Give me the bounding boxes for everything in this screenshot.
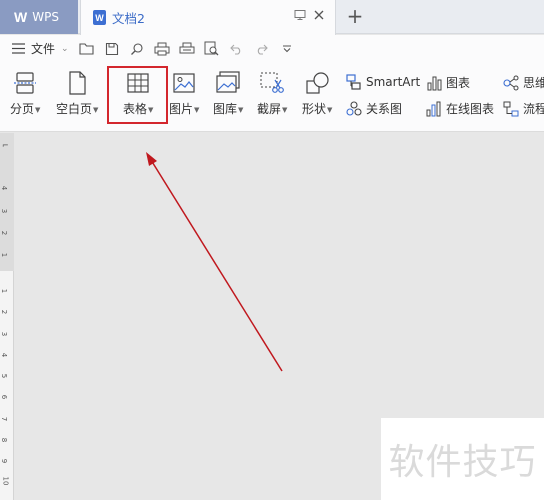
online-chart-label: 在线图表	[446, 102, 495, 116]
chart-label: 图表	[446, 76, 471, 90]
document-tab-label: 文档2	[112, 11, 145, 26]
picture-icon	[170, 70, 198, 96]
find-icon[interactable]	[129, 41, 145, 57]
quick-access-bar: 文件 ⌄	[0, 35, 544, 62]
open-folder-icon[interactable]	[79, 41, 95, 57]
file-menu-label: 文件	[31, 42, 56, 56]
ruler-margin-area	[0, 133, 14, 271]
watermark-text: 软件技巧	[381, 418, 544, 500]
caret-down-icon: ▼	[238, 105, 244, 114]
relation-label: 关系图	[366, 102, 403, 116]
ruler-corner-mark: ⌐	[2, 141, 9, 150]
document-tab[interactable]: W 文档2	[80, 0, 336, 35]
ruler-number: 8	[0, 437, 9, 443]
caret-down-icon: ▼	[282, 105, 288, 114]
blank-page-icon	[63, 70, 91, 96]
gallery-label: 图库	[213, 102, 238, 116]
vertical-ruler: ⌐ 4 3 2 1 1 2 3 4 5 6 7 8 9 10	[0, 133, 14, 500]
page-break-label: 分页	[10, 102, 35, 116]
chevron-down-icon: ⌄	[61, 43, 69, 54]
print-preview-icon[interactable]	[179, 41, 195, 57]
ruler-number: 2	[0, 309, 9, 315]
picture-label: 图片	[169, 102, 194, 116]
relation-chart-button[interactable]: 关系图	[346, 100, 402, 117]
ruler-number: 5	[0, 373, 9, 379]
mindmap-icon	[503, 75, 519, 91]
title-bar: W WPS W 文档2 +	[0, 0, 544, 35]
ruler-number: 6	[0, 394, 9, 400]
ruler-number: 4	[0, 185, 9, 191]
caret-down-icon: ▼	[93, 105, 99, 114]
caret-down-icon: ▼	[194, 105, 200, 114]
smartart-icon	[346, 74, 362, 90]
monitor-icon[interactable]	[294, 9, 306, 21]
flowchart-icon	[503, 101, 519, 117]
wps-tab-label: WPS	[32, 10, 59, 24]
hamburger-icon	[12, 43, 25, 54]
chart-button[interactable]: 图表	[426, 74, 470, 91]
wps-logo-icon: W	[14, 9, 28, 25]
mindmap-button[interactable]: 思维	[503, 74, 544, 91]
print-icon[interactable]	[154, 41, 170, 57]
screenshot-label: 截屏	[257, 102, 282, 116]
table-highlight-box	[107, 66, 168, 124]
shapes-icon	[303, 70, 331, 96]
gallery-button[interactable]: 图库▼	[213, 70, 243, 117]
screenshot-button[interactable]: 截屏▼	[257, 70, 287, 117]
shapes-button[interactable]: 形状▼	[302, 70, 332, 117]
shapes-label: 形状	[302, 102, 327, 116]
picture-button[interactable]: 图片▼	[169, 70, 199, 117]
ruler-number: 10	[1, 476, 10, 486]
page-break-button[interactable]: 分页▼	[10, 70, 40, 117]
scissors-icon	[258, 70, 286, 96]
ruler-number: 9	[0, 458, 9, 464]
ruler-number: 1	[0, 288, 9, 294]
ruler-number: 3	[0, 331, 9, 337]
smartart-label: SmartArt	[366, 75, 421, 89]
ruler-number: 7	[0, 416, 9, 422]
new-tab-button[interactable]: +	[344, 5, 366, 27]
save-icon[interactable]	[104, 41, 120, 57]
caret-down-icon: ▼	[327, 105, 333, 114]
ruler-number: 1	[0, 252, 9, 258]
flowchart-label: 流程	[523, 102, 544, 116]
page-break-icon	[11, 70, 39, 96]
blank-page-button[interactable]: 空白页▼	[56, 70, 98, 117]
file-menu-button[interactable]: 文件 ⌄	[12, 40, 69, 57]
smartart-button[interactable]: SmartArt	[346, 74, 420, 90]
online-chart-icon	[426, 101, 442, 117]
ruler-number: 4	[0, 352, 9, 358]
wps-home-tab[interactable]: W WPS	[0, 0, 78, 34]
undo-icon[interactable]	[229, 41, 245, 57]
close-tab-icon[interactable]	[313, 9, 325, 21]
ruler-number: 3	[0, 208, 9, 214]
flowchart-button[interactable]: 流程	[503, 100, 544, 117]
redo-icon[interactable]	[254, 41, 270, 57]
ruler-number: 2	[0, 230, 9, 236]
document-icon: W	[93, 10, 106, 25]
relation-icon	[346, 100, 362, 117]
bar-chart-icon	[426, 75, 442, 91]
more-chevron-icon[interactable]	[279, 41, 295, 57]
zoom-preview-icon[interactable]	[204, 41, 220, 57]
insert-ribbon: 分页▼ 空白页▼ 表格▼ 图片▼ 图库▼ 截屏▼ 形状▼ SmartArt 关系…	[0, 62, 544, 132]
caret-down-icon: ▼	[35, 105, 41, 114]
online-chart-button[interactable]: 在线图表	[426, 100, 494, 117]
mindmap-label: 思维	[523, 76, 544, 90]
blank-page-label: 空白页	[56, 102, 93, 116]
gallery-icon	[214, 70, 242, 96]
